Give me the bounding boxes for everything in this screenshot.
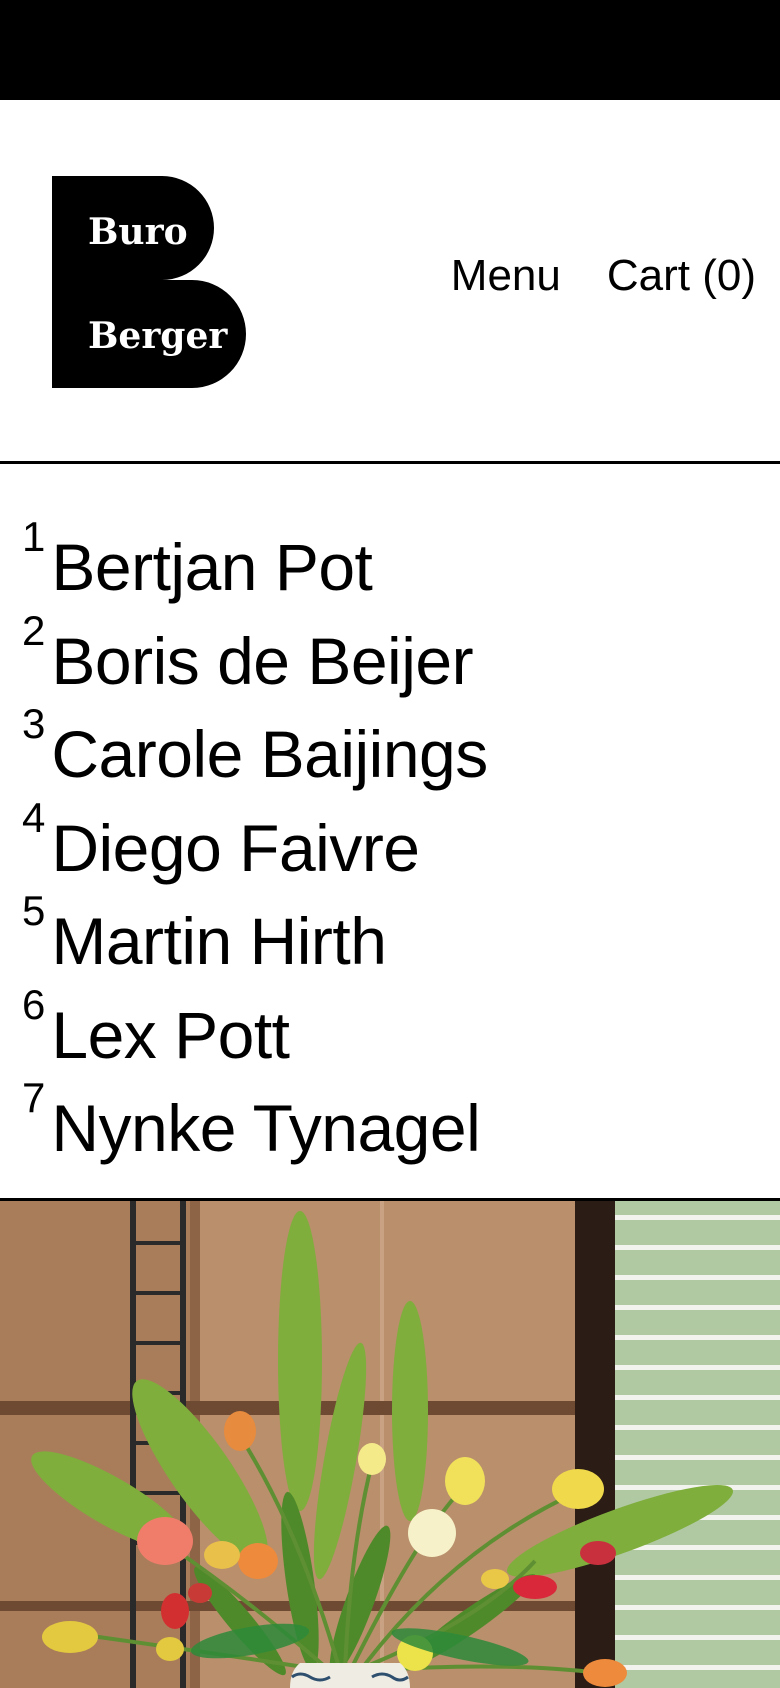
- menu-button[interactable]: Menu: [451, 254, 561, 298]
- designer-name: Nynke Tynagel: [51, 1091, 481, 1165]
- designer-item[interactable]: 6 Lex Pott: [22, 980, 780, 1074]
- designer-number: 2: [22, 606, 46, 654]
- designer-name: Boris de Beijer: [51, 623, 474, 698]
- designer-number: 3: [22, 700, 46, 747]
- top-nav: Menu Cart (0): [451, 254, 756, 298]
- designer-number: 5: [22, 887, 46, 934]
- designer-name: Carole Baijings: [51, 717, 488, 791]
- hero-photo-flower-vase: [0, 1201, 780, 1688]
- designer-number: 4: [22, 793, 46, 841]
- logo-line-2: Berger: [88, 315, 228, 357]
- designer-name: Martin Hirth: [51, 904, 387, 978]
- flower-vase-illustration: [0, 1201, 780, 1688]
- designer-number: 7: [22, 1074, 46, 1121]
- site-header: Buro Berger Menu Cart (0): [0, 100, 780, 464]
- designer-number: 6: [22, 980, 46, 1028]
- designer-item[interactable]: 1 Bertjan Pot: [22, 512, 780, 606]
- designer-name: Lex Pott: [51, 997, 290, 1072]
- buro-berger-logo[interactable]: Buro Berger: [52, 176, 254, 388]
- designer-item[interactable]: 4 Diego Faivre: [22, 793, 780, 887]
- designer-item[interactable]: 2 Boris de Beijer: [22, 606, 780, 700]
- designer-item[interactable]: 7 Nynke Tynagel: [22, 1073, 780, 1167]
- cart-button[interactable]: Cart (0): [607, 254, 756, 298]
- designer-name: Diego Faivre: [51, 810, 420, 885]
- designer-name: Bertjan Pot: [51, 530, 373, 604]
- designer-item[interactable]: 5 Martin Hirth: [22, 886, 780, 980]
- status-bar: [0, 0, 780, 100]
- designer-item[interactable]: 3 Carole Baijings: [22, 699, 780, 793]
- designer-number: 1: [22, 513, 46, 560]
- logo-line-1: Buro: [88, 211, 188, 253]
- designer-list: 1 Bertjan Pot 2 Boris de Beijer 3 Carole Ba…: [0, 464, 780, 1201]
